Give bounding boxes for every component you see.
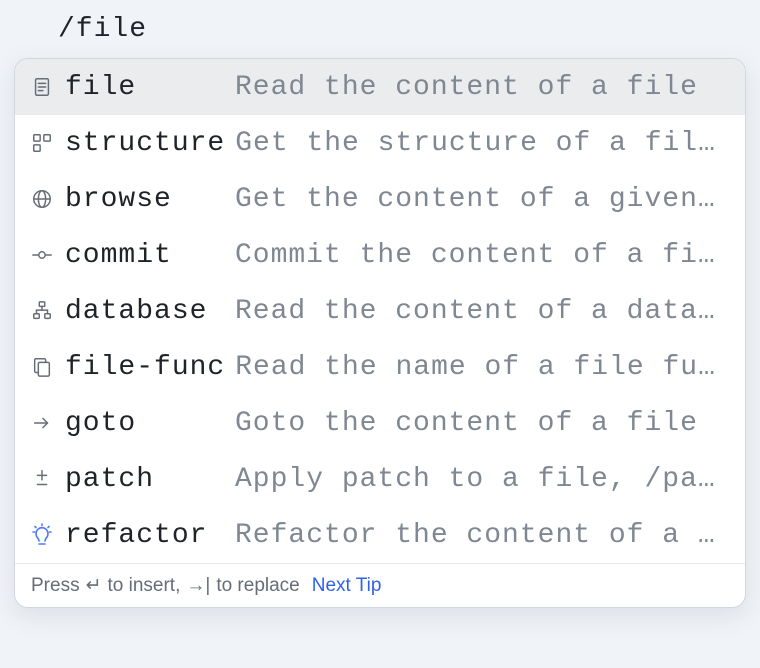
lightbulb-icon xyxy=(29,522,55,548)
arrow-right-icon xyxy=(29,410,55,436)
command-item-name: refactor xyxy=(65,520,225,551)
structure-icon xyxy=(29,130,55,156)
globe-icon xyxy=(29,186,55,212)
command-item-structure[interactable]: structure Get the structure of a file or … xyxy=(15,115,745,171)
command-item-desc: Get the content of a given URL xyxy=(235,184,731,215)
command-input[interactable]: /file xyxy=(50,0,760,58)
command-item-goto[interactable]: goto Goto the content of a file xyxy=(15,395,745,451)
footer-replace: to replace xyxy=(216,575,299,597)
command-item-refactor[interactable]: refactor Refactor the content of a file xyxy=(15,507,745,563)
commit-icon xyxy=(29,242,55,268)
command-item-name: database xyxy=(65,296,225,327)
command-item-name: goto xyxy=(65,408,225,439)
command-item-name: structure xyxy=(65,128,225,159)
command-item-file[interactable]: file Read the content of a file xyxy=(15,59,745,115)
database-icon xyxy=(29,298,55,324)
command-item-name: file xyxy=(65,72,225,103)
command-input-value: /file xyxy=(58,14,147,45)
dropdown-footer: Press ↵ to insert, →| to replace Next Ti… xyxy=(15,563,745,607)
tab-key-icon: →| xyxy=(186,575,210,597)
command-item-desc: Get the structure of a file or folder xyxy=(235,128,731,159)
command-item-file-func[interactable]: file-func Read the name of a file functio… xyxy=(15,339,745,395)
command-item-name: file-func xyxy=(65,352,225,383)
file-func-icon xyxy=(29,354,55,380)
command-item-database[interactable]: database Read the content of a database t… xyxy=(15,283,745,339)
command-item-desc: Read the name of a file function xyxy=(235,352,731,383)
next-tip-link[interactable]: Next Tip xyxy=(312,575,382,597)
command-item-name: commit xyxy=(65,240,225,271)
command-item-desc: Apply patch to a file, /patch applies ch… xyxy=(235,464,731,495)
footer-press: Press xyxy=(31,575,80,597)
command-item-desc: Read the content of a file xyxy=(235,72,731,103)
command-dropdown: file Read the content of a file structure G… xyxy=(14,58,746,608)
command-item-desc: Goto the content of a file xyxy=(235,408,731,439)
command-item-name: patch xyxy=(65,464,225,495)
command-item-desc: Commit the content of a file to version … xyxy=(235,240,731,271)
command-item-name: browse xyxy=(65,184,225,215)
document-icon xyxy=(29,74,55,100)
enter-key-icon: ↵ xyxy=(86,574,102,597)
command-item-commit[interactable]: commit Commit the content of a file to ve… xyxy=(15,227,745,283)
patch-icon xyxy=(29,466,55,492)
command-item-patch[interactable]: patch Apply patch to a file, /patch appli… xyxy=(15,451,745,507)
command-item-desc: Read the content of a database table xyxy=(235,296,731,327)
command-item-browse[interactable]: browse Get the content of a given URL xyxy=(15,171,745,227)
footer-insert: to insert, xyxy=(108,575,181,597)
command-item-desc: Refactor the content of a file xyxy=(235,520,731,551)
